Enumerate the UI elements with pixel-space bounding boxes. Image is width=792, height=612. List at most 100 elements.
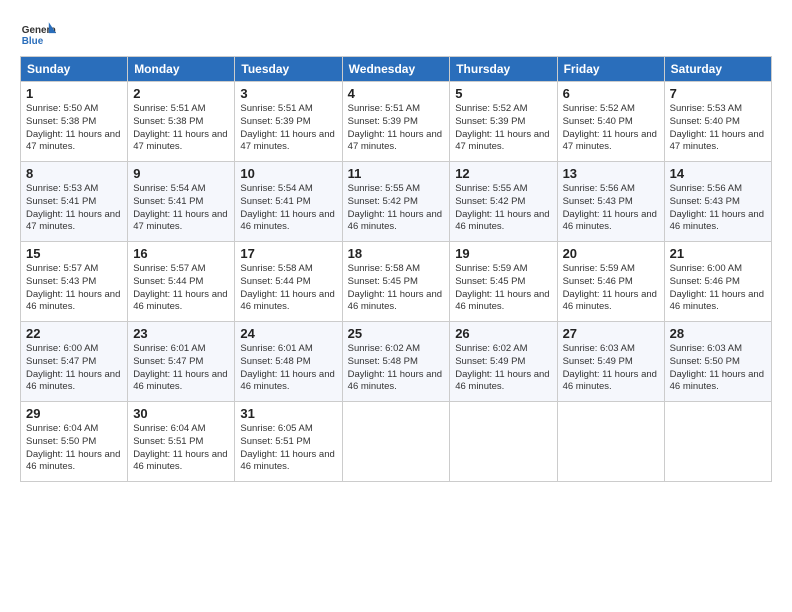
calendar-cell (342, 402, 450, 482)
day-number: 19 (455, 246, 551, 261)
calendar-cell: 12Sunrise: 5:55 AMSunset: 5:42 PMDayligh… (450, 162, 557, 242)
logo: General Blue (20, 20, 56, 48)
calendar-cell: 11 Sunrise: 5:55 AMSunset: 5:42 PMDayligh… (342, 162, 450, 242)
calendar-cell: 3 Sunrise: 5:51 AMSunset: 5:39 PMDaylight… (235, 82, 342, 162)
day-number: 6 (563, 86, 659, 101)
calendar-cell: 16 Sunrise: 5:57 AMSunset: 5:44 PMDayligh… (128, 242, 235, 322)
day-number: 25 (348, 326, 445, 341)
day-number: 16 (133, 246, 229, 261)
day-number: 31 (240, 406, 336, 421)
day-number: 4 (348, 86, 445, 101)
calendar-cell: 9 Sunrise: 5:54 AMSunset: 5:41 PMDaylight… (128, 162, 235, 242)
day-number: 22 (26, 326, 122, 341)
calendar-cell: 8Sunrise: 5:53 AMSunset: 5:41 PMDaylight… (21, 162, 128, 242)
day-number: 7 (670, 86, 766, 101)
day-content: Sunrise: 6:01 AMSunset: 5:48 PMDaylight:… (240, 343, 336, 394)
day-number: 15 (26, 246, 122, 261)
svg-text:Blue: Blue (22, 36, 44, 47)
calendar-cell: 20 Sunrise: 5:59 AMSunset: 5:46 PMDayligh… (557, 242, 664, 322)
column-header-tuesday: Tuesday (235, 57, 342, 82)
calendar-cell: 22 Sunrise: 6:00 AMSunset: 5:47 PMDayligh… (21, 322, 128, 402)
day-content: Sunrise: 6:03 AMSunset: 5:50 PMDaylight:… (670, 343, 766, 394)
column-header-monday: Monday (128, 57, 235, 82)
day-content: Sunrise: 6:01 AMSunset: 5:47 PMDaylight:… (133, 343, 229, 394)
logo-icon: General Blue (20, 20, 56, 48)
day-number: 11 (348, 166, 445, 181)
day-content: Sunrise: 5:50 AMSunset: 5:38 PMDaylight:… (26, 103, 122, 154)
day-content: Sunrise: 5:51 AMSunset: 5:39 PMDaylight:… (240, 103, 336, 154)
week-row-5: 29Sunrise: 6:04 AMSunset: 5:50 PMDayligh… (21, 402, 772, 482)
column-header-wednesday: Wednesday (342, 57, 450, 82)
calendar-cell: 14Sunrise: 5:56 AMSunset: 5:43 PMDayligh… (664, 162, 771, 242)
day-number: 30 (133, 406, 229, 421)
column-header-friday: Friday (557, 57, 664, 82)
day-content: Sunrise: 5:57 AMSunset: 5:44 PMDaylight:… (133, 263, 229, 314)
day-number: 1 (26, 86, 122, 101)
day-content: Sunrise: 5:56 AMSunset: 5:43 PMDaylight:… (563, 183, 659, 234)
day-number: 21 (670, 246, 766, 261)
day-content: Sunrise: 5:57 AMSunset: 5:43 PMDaylight:… (26, 263, 122, 314)
day-content: Sunrise: 5:53 AMSunset: 5:40 PMDaylight:… (670, 103, 766, 154)
day-number: 26 (455, 326, 551, 341)
calendar-cell (450, 402, 557, 482)
calendar-cell: 10Sunrise: 5:54 AMSunset: 5:41 PMDayligh… (235, 162, 342, 242)
day-number: 8 (26, 166, 122, 181)
calendar-cell: 27 Sunrise: 6:03 AMSunset: 5:49 PMDayligh… (557, 322, 664, 402)
day-number: 29 (26, 406, 122, 421)
column-header-saturday: Saturday (664, 57, 771, 82)
day-content: Sunrise: 5:52 AMSunset: 5:39 PMDaylight:… (455, 103, 551, 154)
day-content: Sunrise: 5:54 AMSunset: 5:41 PMDaylight:… (133, 183, 229, 234)
day-content: Sunrise: 5:51 AMSunset: 5:39 PMDaylight:… (348, 103, 445, 154)
week-row-1: 1 Sunrise: 5:50 AMSunset: 5:38 PMDaylight… (21, 82, 772, 162)
calendar-cell: 21 Sunrise: 6:00 AMSunset: 5:46 PMDayligh… (664, 242, 771, 322)
calendar-cell: 2Sunrise: 5:51 AMSunset: 5:38 PMDaylight… (128, 82, 235, 162)
day-content: Sunrise: 6:00 AMSunset: 5:47 PMDaylight:… (26, 343, 122, 394)
week-row-3: 15 Sunrise: 5:57 AMSunset: 5:43 PMDayligh… (21, 242, 772, 322)
day-content: Sunrise: 5:58 AMSunset: 5:44 PMDaylight:… (240, 263, 336, 314)
day-content: Sunrise: 6:03 AMSunset: 5:49 PMDaylight:… (563, 343, 659, 394)
page-header: General Blue (20, 20, 772, 48)
calendar-cell: 7 Sunrise: 5:53 AMSunset: 5:40 PMDaylight… (664, 82, 771, 162)
day-content: Sunrise: 5:51 AMSunset: 5:38 PMDaylight:… (133, 103, 229, 154)
day-content: Sunrise: 5:58 AMSunset: 5:45 PMDaylight:… (348, 263, 445, 314)
calendar-cell: 29Sunrise: 6:04 AMSunset: 5:50 PMDayligh… (21, 402, 128, 482)
calendar-table: SundayMondayTuesdayWednesdayThursdayFrid… (20, 56, 772, 482)
day-content: Sunrise: 5:55 AMSunset: 5:42 PMDaylight:… (348, 183, 445, 234)
calendar-cell: 15 Sunrise: 5:57 AMSunset: 5:43 PMDayligh… (21, 242, 128, 322)
calendar-cell: 6 Sunrise: 5:52 AMSunset: 5:40 PMDaylight… (557, 82, 664, 162)
calendar-cell (664, 402, 771, 482)
day-content: Sunrise: 5:59 AMSunset: 5:45 PMDaylight:… (455, 263, 551, 314)
day-number: 13 (563, 166, 659, 181)
calendar-cell: 24 Sunrise: 6:01 AMSunset: 5:48 PMDayligh… (235, 322, 342, 402)
day-content: Sunrise: 5:52 AMSunset: 5:40 PMDaylight:… (563, 103, 659, 154)
calendar-cell: 5 Sunrise: 5:52 AMSunset: 5:39 PMDaylight… (450, 82, 557, 162)
day-content: Sunrise: 6:00 AMSunset: 5:46 PMDaylight:… (670, 263, 766, 314)
day-number: 23 (133, 326, 229, 341)
day-number: 5 (455, 86, 551, 101)
calendar-cell (557, 402, 664, 482)
calendar-cell: 19 Sunrise: 5:59 AMSunset: 5:45 PMDayligh… (450, 242, 557, 322)
calendar-cell: 23 Sunrise: 6:01 AMSunset: 5:47 PMDayligh… (128, 322, 235, 402)
day-number: 9 (133, 166, 229, 181)
day-content: Sunrise: 5:59 AMSunset: 5:46 PMDaylight:… (563, 263, 659, 314)
day-number: 18 (348, 246, 445, 261)
calendar-cell: 31Sunrise: 6:05 AMSunset: 5:51 PMDayligh… (235, 402, 342, 482)
calendar-cell: 30 Sunrise: 6:04 AMSunset: 5:51 PMDayligh… (128, 402, 235, 482)
day-content: Sunrise: 5:55 AMSunset: 5:42 PMDaylight:… (455, 183, 551, 234)
day-content: Sunrise: 6:04 AMSunset: 5:51 PMDaylight:… (133, 423, 229, 474)
calendar-cell: 28 Sunrise: 6:03 AMSunset: 5:50 PMDayligh… (664, 322, 771, 402)
day-number: 24 (240, 326, 336, 341)
day-content: Sunrise: 5:54 AMSunset: 5:41 PMDaylight:… (240, 183, 336, 234)
day-number: 20 (563, 246, 659, 261)
day-number: 3 (240, 86, 336, 101)
day-number: 17 (240, 246, 336, 261)
column-header-sunday: Sunday (21, 57, 128, 82)
calendar-cell: 4 Sunrise: 5:51 AMSunset: 5:39 PMDaylight… (342, 82, 450, 162)
day-content: Sunrise: 5:56 AMSunset: 5:43 PMDaylight:… (670, 183, 766, 234)
day-content: Sunrise: 6:02 AMSunset: 5:48 PMDaylight:… (348, 343, 445, 394)
day-number: 27 (563, 326, 659, 341)
week-row-2: 8Sunrise: 5:53 AMSunset: 5:41 PMDaylight… (21, 162, 772, 242)
day-number: 28 (670, 326, 766, 341)
calendar-cell: 25 Sunrise: 6:02 AMSunset: 5:48 PMDayligh… (342, 322, 450, 402)
calendar-cell: 18 Sunrise: 5:58 AMSunset: 5:45 PMDayligh… (342, 242, 450, 322)
